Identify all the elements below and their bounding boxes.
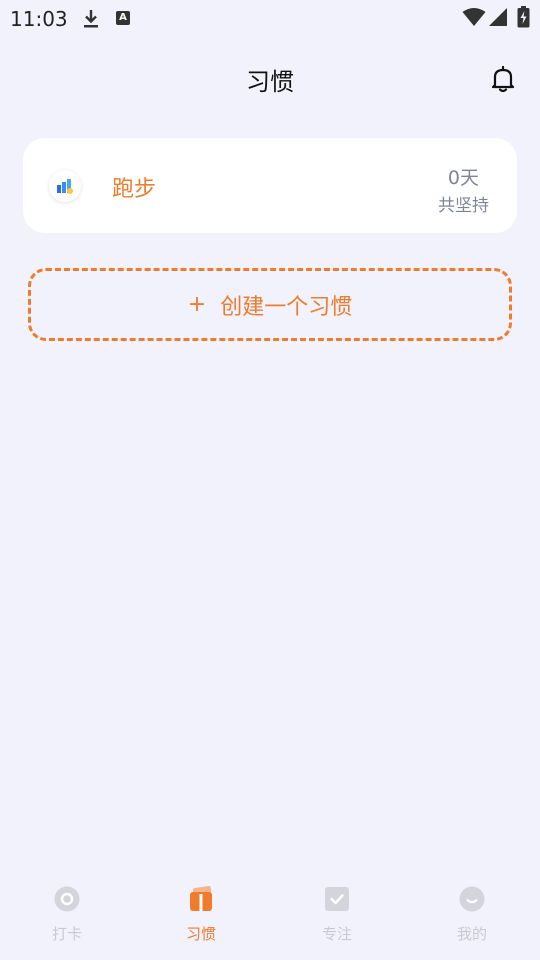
bell-icon[interactable] [488, 64, 518, 94]
focus-icon [325, 887, 349, 911]
bar-chart-icon [57, 179, 73, 194]
nav-item-checkin[interactable]: 打卡 [27, 876, 107, 956]
a-notification-icon: A [116, 11, 130, 25]
screen: 11:03 A 习惯 跑步 0天 共坚持 + 创建一个习惯 打卡 习惯 专注 我… [0, 0, 540, 960]
status-bar: 11:03 A [0, 0, 540, 36]
page-title: 习惯 [246, 68, 294, 96]
wifi-icon [462, 8, 486, 26]
create-habit-button[interactable]: + 创建一个习惯 [28, 268, 512, 341]
nav-item-profile[interactable]: 我的 [432, 876, 512, 956]
habit-days-count: 0天 [447, 167, 479, 189]
nav-label-habit: 习惯 [185, 925, 216, 943]
plus-icon: + [187, 292, 207, 317]
bottom-nav: 打卡 习惯 专注 我的 [0, 876, 540, 960]
header: 习惯 [0, 54, 540, 102]
running-habit-icon [49, 170, 81, 202]
checkin-icon [54, 886, 80, 912]
battery-icon [517, 6, 530, 28]
nav-item-habit[interactable]: 习惯 [161, 876, 241, 956]
habit-card-running[interactable]: 跑步 0天 共坚持 [23, 138, 517, 233]
nav-label-focus: 专注 [321, 925, 352, 943]
create-habit-label: 创建一个习惯 [220, 294, 353, 320]
nav-item-focus[interactable]: 专注 [297, 876, 377, 956]
habit-name: 跑步 [112, 177, 157, 202]
nav-label-checkin: 打卡 [51, 925, 82, 943]
signal-icon [489, 8, 507, 26]
habit-streak-label: 共坚持 [438, 196, 489, 216]
download-icon [84, 10, 98, 28]
nav-label-profile: 我的 [456, 925, 487, 943]
habit-icon [190, 886, 212, 911]
profile-icon [459, 886, 485, 912]
status-time: 11:03 [10, 7, 68, 31]
